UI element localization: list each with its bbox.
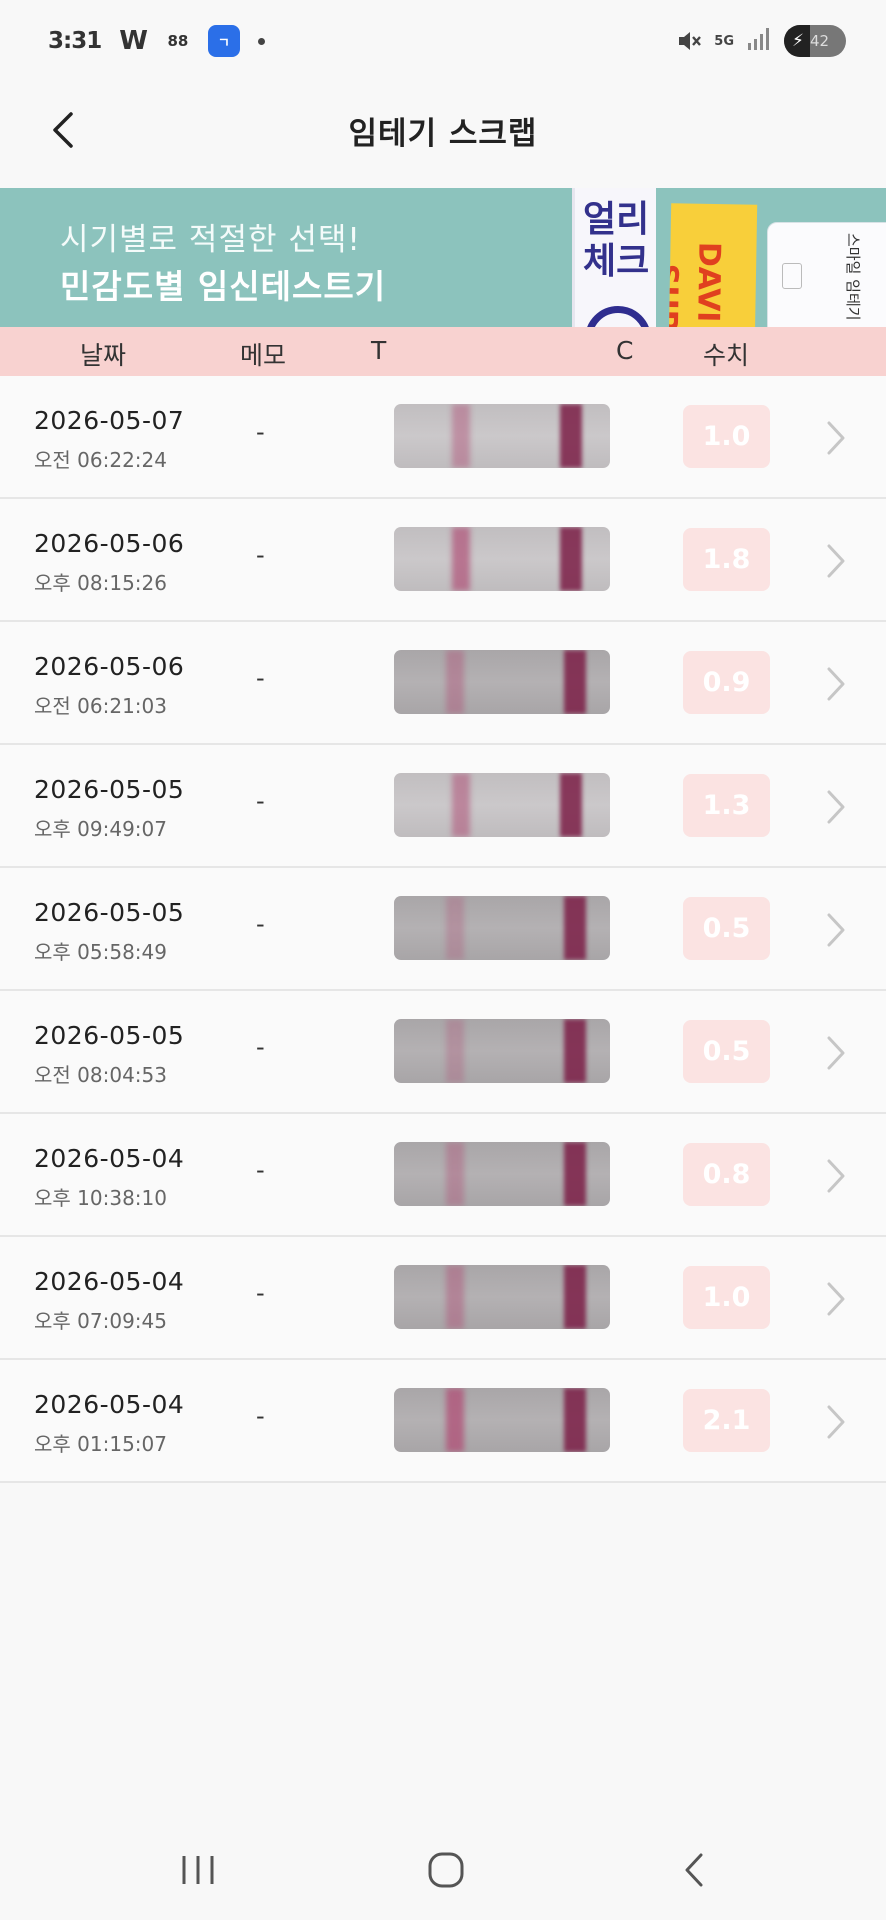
column-memo: 메모 <box>240 341 287 370</box>
test-strip-image <box>394 1019 610 1083</box>
value-badge: 0.9 <box>683 651 770 714</box>
chevron-right-icon <box>816 1277 856 1321</box>
value-badge: 1.8 <box>683 528 770 591</box>
recents-button[interactable] <box>158 1838 238 1902</box>
record-time: 오전 06:22:24 <box>34 448 167 472</box>
battery-level: 42 <box>809 32 830 50</box>
test-strip-image <box>394 896 610 960</box>
record-date: 2026-05-04 <box>34 1144 185 1173</box>
record-time: 오후 07:09:45 <box>34 1309 167 1333</box>
banner-headline: 시기별로 적절한 선택! <box>60 222 361 258</box>
record-time: 오전 06:21:03 <box>34 694 167 718</box>
w-app-icon: W <box>119 26 148 56</box>
value-badge: 0.5 <box>683 897 770 960</box>
column-c: C <box>616 336 634 365</box>
record-memo: - <box>256 418 265 446</box>
network-5g-icon: 5G <box>714 33 734 49</box>
back-icon <box>685 1853 703 1887</box>
column-date: 날짜 <box>80 341 127 370</box>
value-badge: 1.3 <box>683 774 770 837</box>
value-badge: 0.5 <box>683 1020 770 1083</box>
chevron-right-icon <box>816 1154 856 1198</box>
value-badge: 2.1 <box>683 1389 770 1452</box>
more-notifications-dot-icon <box>257 37 265 45</box>
recents-icon <box>182 1856 214 1884</box>
app-notification-icon: ㄱ <box>207 25 240 57</box>
promo-banner[interactable]: 시기별로 적절한 선택! 민감도별 임신테스트기 얼리 체크 -SUPE DAV… <box>0 188 886 327</box>
record-memo: - <box>256 1033 265 1061</box>
record-memo: - <box>256 664 265 692</box>
column-value: 수치 <box>703 341 750 370</box>
system-nav-bar <box>0 1820 886 1920</box>
status-bar: 3:31 W 88 ㄱ 5G ⚡ 42 <box>0 0 886 82</box>
test-strip-image <box>394 404 610 468</box>
list-item[interactable]: 2026-05-06 오전 06:21:03 - 0.9 <box>0 622 886 745</box>
list-item[interactable]: 2026-05-05 오후 09:49:07 - 1.3 <box>0 745 886 868</box>
test-strip-image <box>394 773 610 837</box>
record-time: 오후 01:15:07 <box>34 1432 167 1456</box>
app-header: 임테기 스크랩 <box>0 82 886 188</box>
test-strip-image <box>394 527 610 591</box>
home-button[interactable] <box>406 1838 486 1902</box>
status-time: 3:31 <box>48 28 102 54</box>
chevron-right-icon <box>816 1400 856 1444</box>
record-memo: - <box>256 541 265 569</box>
home-icon <box>428 1852 464 1888</box>
nav-back-button[interactable] <box>654 1838 734 1902</box>
record-memo: - <box>256 787 265 815</box>
chevron-right-icon <box>816 539 856 583</box>
record-date: 2026-05-06 <box>34 652 185 681</box>
list-item[interactable]: 2026-05-05 오전 08:04:53 - 0.5 <box>0 991 886 1114</box>
list-item[interactable]: 2026-05-05 오후 05:58:49 - 0.5 <box>0 868 886 991</box>
list-item[interactable]: 2026-05-04 오후 10:38:10 - 0.8 <box>0 1114 886 1237</box>
banner-subheadline: 민감도별 임신테스트기 <box>60 267 387 306</box>
test-strip-image <box>394 650 610 714</box>
chevron-right-icon <box>816 908 856 952</box>
smile-test-product-image: 스마일 임테기 <box>767 222 886 327</box>
test-strip-image <box>394 1265 610 1329</box>
chevron-left-icon <box>53 112 73 148</box>
record-memo: - <box>256 1402 265 1430</box>
chevron-right-icon <box>816 662 856 706</box>
value-badge: 1.0 <box>683 405 770 468</box>
record-date: 2026-05-04 <box>34 1390 185 1419</box>
record-memo: - <box>256 1156 265 1184</box>
record-time: 오후 05:58:49 <box>34 940 167 964</box>
record-date: 2026-05-04 <box>34 1267 185 1296</box>
list-item[interactable]: 2026-05-04 오후 01:15:07 - 2.1 <box>0 1360 886 1483</box>
page-title: 임테기 스크랩 <box>348 115 538 152</box>
value-badge: 0.8 <box>683 1143 770 1206</box>
test-strip-image <box>394 1388 610 1452</box>
list-item[interactable]: 2026-05-06 오후 08:15:26 - 1.8 <box>0 499 886 622</box>
chevron-right-icon <box>816 785 856 829</box>
record-time: 오후 10:38:10 <box>34 1186 167 1210</box>
list-item[interactable]: 2026-05-04 오후 07:09:45 - 1.0 <box>0 1237 886 1360</box>
app-grid-icon: 88 <box>167 31 189 50</box>
signal-icon <box>746 26 772 56</box>
record-memo: - <box>256 1279 265 1307</box>
battery-icon: ⚡ 42 <box>784 25 846 57</box>
column-t: T <box>371 336 387 365</box>
record-time: 오후 09:49:07 <box>34 817 167 841</box>
mute-icon <box>676 28 702 54</box>
test-strip-image <box>394 1142 610 1206</box>
record-memo: - <box>256 910 265 938</box>
record-date: 2026-05-05 <box>34 1021 185 1050</box>
list-item[interactable]: 2026-05-07 오전 06:22:24 - 1.0 <box>0 376 886 499</box>
record-date: 2026-05-07 <box>34 406 185 435</box>
david-super-product-image: -SUPE DAVI <box>668 203 758 327</box>
value-badge: 1.0 <box>683 1266 770 1329</box>
chevron-right-icon <box>816 1031 856 1075</box>
record-date: 2026-05-05 <box>34 775 185 804</box>
record-time: 오후 08:15:26 <box>34 571 167 595</box>
early-check-product-image: 얼리 체크 <box>572 188 656 327</box>
back-button[interactable] <box>38 104 90 156</box>
record-date: 2026-05-05 <box>34 898 185 927</box>
record-list: 2026-05-07 오전 06:22:24 - 1.0 2026-05-06 … <box>0 376 886 1483</box>
column-header: 날짜 메모 T C 수치 <box>0 327 886 376</box>
record-date: 2026-05-06 <box>34 529 185 558</box>
record-time: 오전 08:04:53 <box>34 1063 167 1087</box>
chevron-right-icon <box>816 416 856 460</box>
